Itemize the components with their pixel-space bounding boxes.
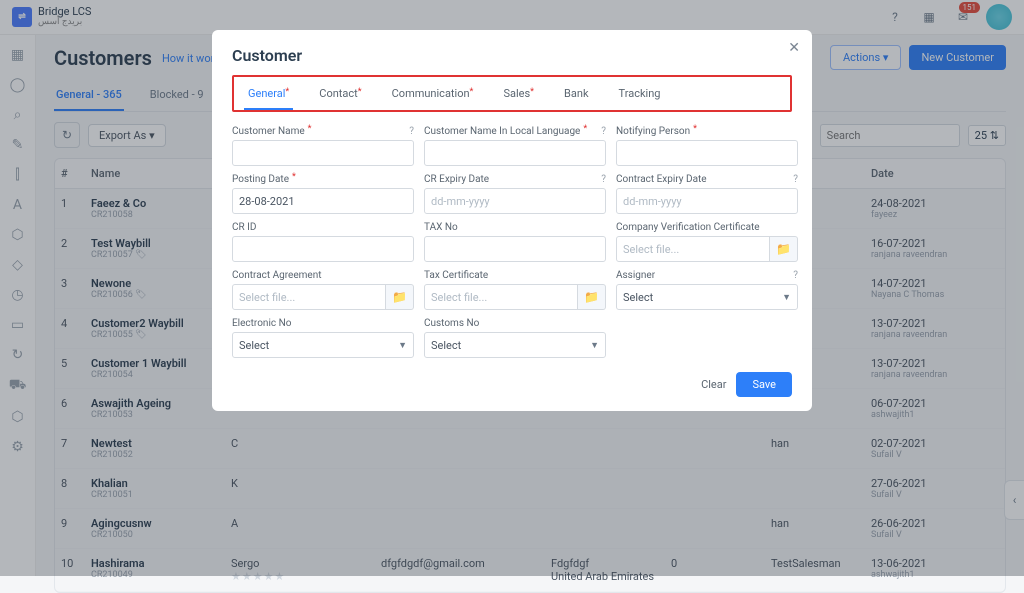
customer-name-local-input[interactable] [424, 140, 606, 166]
tab-sales[interactable]: Sales* [499, 79, 538, 110]
clear-button[interactable]: Clear [701, 372, 726, 397]
info-icon[interactable]: ? [601, 174, 606, 185]
folder-icon[interactable]: 📁 [386, 284, 414, 310]
cr-id-input[interactable] [232, 236, 414, 262]
info-icon[interactable]: ? [409, 126, 414, 137]
tax-certificate-file[interactable] [424, 284, 578, 310]
customer-name-input[interactable] [232, 140, 414, 166]
tab-contact[interactable]: Contact* [315, 79, 365, 110]
customer-modal: ✕ Customer General* Contact* Communicati… [212, 30, 812, 411]
contract-agreement-file[interactable] [232, 284, 386, 310]
tab-general[interactable]: General* [244, 79, 293, 110]
info-icon[interactable]: ? [601, 126, 606, 137]
info-icon[interactable]: ? [793, 174, 798, 185]
cr-expiry-input[interactable] [424, 188, 606, 214]
notifying-person-input[interactable] [616, 140, 798, 166]
contract-expiry-input[interactable] [616, 188, 798, 214]
posting-date-input[interactable] [232, 188, 414, 214]
highlighted-tabs-wrap: General* Contact* Communication* Sales* … [232, 75, 792, 112]
tax-no-input[interactable] [424, 236, 606, 262]
folder-icon[interactable]: 📁 [770, 236, 798, 262]
close-icon[interactable]: ✕ [788, 40, 800, 56]
modal-title: Customer [232, 46, 792, 65]
info-icon[interactable]: ? [793, 270, 798, 281]
modal-overlay: ✕ Customer General* Contact* Communicati… [0, 0, 1024, 576]
company-cert-file[interactable] [616, 236, 770, 262]
tab-bank[interactable]: Bank [560, 79, 593, 110]
electronic-no-select[interactable]: Select▼ [232, 332, 414, 358]
customs-no-select[interactable]: Select▼ [424, 332, 606, 358]
save-button[interactable]: Save [736, 372, 792, 397]
tab-communication[interactable]: Communication* [388, 79, 478, 110]
folder-icon[interactable]: 📁 [578, 284, 606, 310]
assigner-select[interactable]: Select▼ [616, 284, 798, 310]
tab-tracking[interactable]: Tracking [615, 79, 665, 110]
